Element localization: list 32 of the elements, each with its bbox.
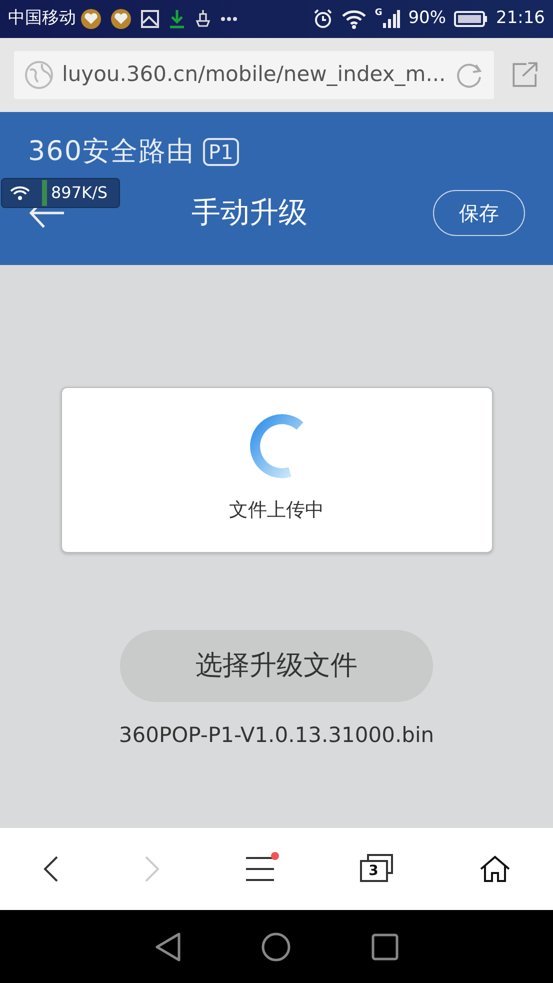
- globe-icon: [24, 60, 54, 90]
- battery-percent: 90%: [408, 7, 446, 30]
- brand-logo: 360安全路由: [28, 135, 195, 169]
- speed-meter: [42, 180, 47, 206]
- url-field[interactable]: luyou.360.cn/mobile/new_index_m...: [14, 51, 494, 99]
- alarm-icon: [312, 9, 333, 29]
- upload-status-text: 文件上传中: [229, 498, 324, 523]
- file-name: 360POP-P1-V1.0.13.31000.bin: [118, 722, 434, 749]
- wifi-icon: [10, 185, 30, 201]
- tabs-button[interactable]: 3: [360, 856, 394, 882]
- download-icon: [168, 9, 186, 29]
- url-text: luyou.360.cn/mobile/new_index_m...: [62, 61, 446, 88]
- menu-icon: [244, 856, 274, 882]
- network-type-label: G: [374, 9, 382, 18]
- back-triangle-icon[interactable]: [154, 932, 180, 962]
- signal-icon: [382, 9, 400, 29]
- clock-time: 21:16: [496, 7, 545, 30]
- wifi-icon: [340, 9, 367, 29]
- back-button[interactable]: [42, 855, 58, 883]
- model-badge: P1: [202, 138, 240, 166]
- home-circle-icon[interactable]: [260, 932, 290, 962]
- home-button[interactable]: [478, 855, 510, 883]
- save-button[interactable]: 保存: [433, 190, 525, 236]
- speed-text: 897K/S: [51, 182, 108, 204]
- bell-icon: [194, 9, 212, 29]
- more-icon: [220, 16, 238, 22]
- select-file-button[interactable]: 选择升级文件: [120, 630, 433, 702]
- battery-icon: [454, 10, 488, 28]
- carrier-name: 中国移动: [8, 7, 76, 30]
- recents-square-icon[interactable]: [370, 932, 398, 960]
- tab-count: 3: [360, 860, 388, 882]
- image-icon: [140, 9, 160, 29]
